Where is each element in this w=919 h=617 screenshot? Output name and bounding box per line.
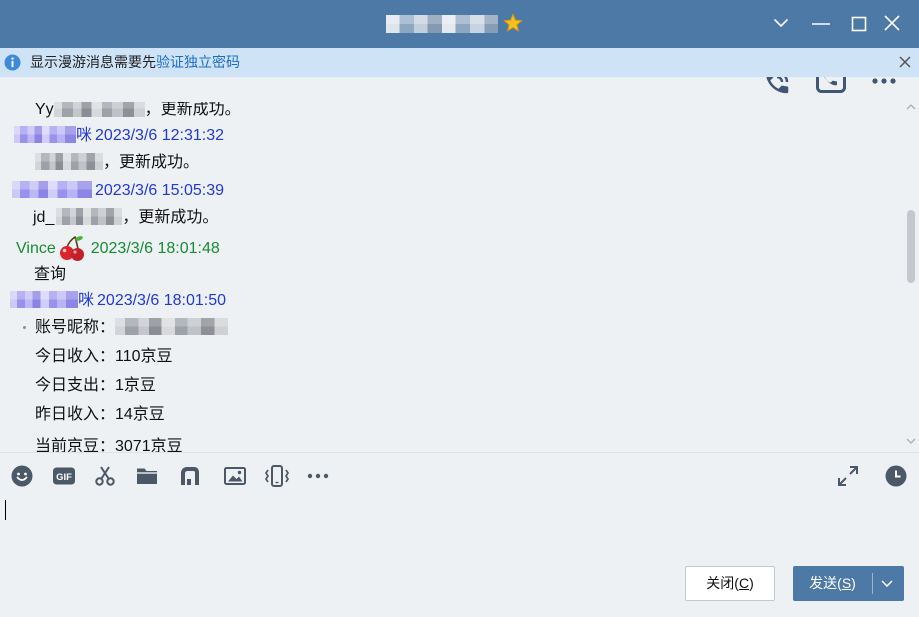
title-bar: [0, 0, 919, 48]
divider: [0, 452, 919, 453]
message-text: 查询: [34, 266, 67, 283]
blurred-sender-name[interactable]: [12, 180, 92, 198]
send-options-chevron-down-icon[interactable]: [873, 566, 904, 601]
image-icon[interactable]: [223, 464, 247, 488]
verify-password-link[interactable]: 验证独立密码: [156, 54, 240, 70]
close-icon[interactable]: [898, 55, 912, 69]
gif-icon[interactable]: GIF: [52, 464, 76, 488]
message-line: 今日支出：1京豆: [35, 377, 156, 394]
message-text: Yy: [35, 102, 54, 118]
message-line: 当前京豆：3071京豆: [35, 438, 183, 452]
message-header: Vince 2023/3/6 18:01:48: [16, 236, 220, 261]
message-body: ，更新成功。: [35, 152, 199, 174]
sender-name[interactable]: 咪: [76, 127, 92, 144]
close-button-label: 关闭(: [706, 575, 739, 591]
notice-message: 显示漫游消息需要先验证独立密码: [30, 48, 240, 77]
message-time: 2023/3/6 12:31:32: [95, 127, 225, 144]
blurred-text: [115, 317, 229, 335]
scissors-icon[interactable]: [93, 464, 117, 488]
message-text: ，更新成功。: [103, 154, 200, 171]
notice-text: 显示漫游消息需要先: [30, 54, 156, 70]
message-text: ，更新成功。: [122, 209, 219, 226]
music-icon[interactable]: [178, 464, 202, 488]
message-time: 2023/3/6 15:05:39: [95, 182, 225, 199]
close-button-label-end: ): [749, 575, 754, 591]
shake-icon[interactable]: [263, 464, 291, 488]
selection-dot: [23, 326, 26, 329]
blurred-text: [35, 152, 103, 170]
send-button-group: 发送(S): [793, 566, 904, 601]
message-line: 昨日收入：14京豆: [35, 406, 165, 423]
blurred-sender-name[interactable]: [14, 125, 76, 143]
notice-bar: 显示漫游消息需要先验证独立密码: [0, 48, 919, 77]
message-header: 咪 2023/3/6 12:31:32: [14, 125, 224, 147]
message-time: 2023/3/6 18:01:48: [90, 240, 220, 257]
message-text: ，更新成功。: [144, 102, 241, 118]
cherry-icon: [58, 236, 86, 261]
message-text: 账号昵称：: [35, 319, 116, 336]
close-button[interactable]: 关闭(C): [685, 566, 775, 601]
emoji-icon[interactable]: [10, 464, 34, 488]
more-icon[interactable]: [306, 464, 330, 488]
expand-icon[interactable]: [836, 464, 860, 488]
scrollbar-thumb[interactable]: [907, 210, 915, 283]
send-button-hotkey: S: [841, 575, 852, 591]
info-icon: [4, 54, 21, 71]
blurred-sender-name[interactable]: [10, 290, 78, 308]
send-button-label: 发送(: [809, 575, 842, 591]
sender-name[interactable]: Vince: [16, 240, 56, 257]
history-icon[interactable]: [884, 464, 908, 488]
text-caret: [5, 500, 6, 520]
message-header: 咪 2023/3/6 18:01:50: [10, 290, 226, 312]
sender-name[interactable]: 咪: [78, 292, 94, 309]
scroll-up-arrow[interactable]: [905, 102, 917, 112]
message-time: 2023/3/6 18:01:50: [97, 292, 227, 309]
gif-label: GIF: [56, 472, 72, 483]
blurred-text: [56, 207, 123, 225]
close-button-hotkey: C: [738, 575, 750, 591]
blurred-text: [53, 102, 145, 117]
message-header: 2023/3/6 15:05:39: [12, 180, 224, 202]
message-line: 今日收入：110京豆: [35, 348, 173, 365]
message-body: Yy ，更新成功。: [35, 102, 241, 121]
chevron-down-icon[interactable]: [766, 8, 796, 38]
close-icon[interactable]: [877, 8, 907, 38]
blurred-window-title: [386, 15, 498, 33]
maximize-icon[interactable]: [844, 9, 874, 39]
message-line: 账号昵称：: [35, 317, 229, 339]
message-list[interactable]: Yy ，更新成功。 咪 2023/3/6 12:31:32 ，更新成功。 2023/…: [0, 102, 900, 452]
message-text: jd_: [33, 209, 55, 226]
send-button-label-end: ): [851, 575, 856, 591]
message-input[interactable]: [0, 493, 919, 555]
message-body: 查询: [34, 264, 66, 286]
scroll-down-arrow[interactable]: [905, 436, 917, 446]
star-badge-icon[interactable]: [503, 13, 523, 33]
folder-icon[interactable]: [135, 464, 159, 488]
send-button[interactable]: 发送(S): [793, 566, 872, 601]
message-body: jd_ ，更新成功。: [33, 207, 218, 229]
minimize-icon[interactable]: [806, 9, 836, 39]
